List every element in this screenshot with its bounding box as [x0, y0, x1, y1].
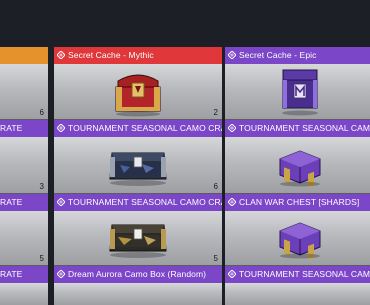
- crate-title: TOURNAMENT SEASONAL CAMO CRATE: [54, 120, 222, 137]
- crate-title: Secret Cache - Epic: [225, 47, 370, 64]
- crate-title: RATE: [0, 120, 48, 137]
- crate-tile-clan-war-chest[interactable]: [225, 211, 370, 266]
- inventory-column-middle: Secret Cache - Mythic 2 TOURNAMENT SEASO…: [54, 0, 222, 305]
- crate-tile-tournament-camo[interactable]: 5: [54, 211, 222, 266]
- crate-title: TOURNAMENT SEASONAL CAMO CRATE: [54, 194, 222, 211]
- crate-count: 6: [39, 108, 44, 117]
- crate-count: 2: [213, 108, 218, 117]
- rarity-gem-icon: [57, 124, 65, 132]
- crate-count: 6: [213, 182, 218, 191]
- crate-tile-tournament-camo[interactable]: 6: [54, 137, 222, 194]
- rarity-gem-icon: [57, 51, 65, 59]
- crate-count: 5: [213, 254, 218, 263]
- crate-title-text: TOURNAMENT SEASONAL CAMO CRATE: [239, 269, 370, 279]
- crate-tile[interactable]: 5: [0, 211, 48, 266]
- crate-tile-tournament-camo[interactable]: [225, 137, 370, 194]
- crate-title-text: TOURNAMENT SEASONAL CAMO CRATE: [239, 123, 370, 133]
- rarity-gem-icon: [57, 198, 65, 206]
- crate-tile-tournament-camo[interactable]: [225, 283, 370, 305]
- rarity-gem-icon: [228, 51, 236, 59]
- crate-title: CLAN WAR CHEST [SHARDS]: [225, 194, 370, 211]
- mythic-crate-icon: [115, 74, 161, 117]
- crate-count: 5: [39, 254, 44, 263]
- rarity-gem-icon: [57, 270, 65, 278]
- crate-title-text: Secret Cache - Epic: [239, 50, 317, 60]
- crate-count: 3: [39, 182, 44, 191]
- crate-title: Secret Cache - Mythic: [54, 47, 222, 64]
- crate-title-text: TOURNAMENT SEASONAL CAMO CRATE: [68, 123, 222, 133]
- epic-crate-icon: [282, 69, 318, 116]
- crate-title: [0, 47, 48, 64]
- crate-title-text: Dream Aurora Camo Box (Random): [68, 269, 207, 279]
- crate-title: Dream Aurora Camo Box (Random): [54, 266, 222, 283]
- rarity-gem-icon: [228, 270, 236, 278]
- crate-tile[interactable]: 3: [0, 137, 48, 194]
- crate-tile-secret-cache-epic[interactable]: [225, 64, 370, 120]
- inventory-column-right: Secret Cache - Epic TOURNAMENT SEASONAL …: [225, 0, 370, 305]
- gold-camo-crate-icon: [109, 224, 167, 258]
- inventory-grid: 6 RATE 3 RATE 5 RATE Secret Cache - Myth…: [0, 0, 370, 305]
- crate-tile-secret-cache-mythic[interactable]: 2: [54, 64, 222, 120]
- inventory-column-left: 6 RATE 3 RATE 5 RATE: [0, 0, 48, 305]
- purple-chest-icon: [279, 150, 321, 187]
- crate-tile[interactable]: [0, 283, 48, 305]
- crate-title: TOURNAMENT SEASONAL CAMO CRATE: [225, 120, 370, 137]
- crate-title-text: TOURNAMENT SEASONAL CAMO CRATE: [68, 197, 222, 207]
- crate-tile-dream-aurora[interactable]: [54, 283, 222, 305]
- rarity-gem-icon: [228, 198, 236, 206]
- crate-title-text: CLAN WAR CHEST [SHARDS]: [239, 197, 360, 207]
- blue-camo-crate-icon: [109, 152, 167, 186]
- crate-title: RATE: [0, 194, 48, 211]
- crate-tile[interactable]: 6: [0, 64, 48, 120]
- crate-title: RATE: [0, 266, 48, 283]
- crate-title-text: Secret Cache - Mythic: [68, 50, 154, 60]
- crate-title: TOURNAMENT SEASONAL CAMO CRATE: [225, 266, 370, 283]
- rarity-gem-icon: [228, 124, 236, 132]
- purple-chest-icon: [279, 222, 321, 259]
